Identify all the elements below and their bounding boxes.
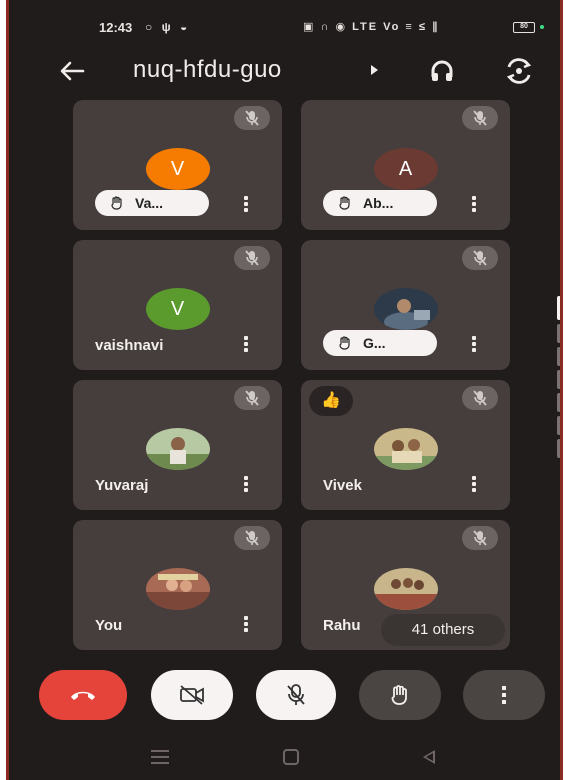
participant-options-button[interactable] bbox=[242, 334, 250, 356]
charging-dot-icon bbox=[540, 25, 544, 29]
call-controls bbox=[9, 670, 560, 726]
muted-badge bbox=[462, 106, 498, 130]
status-time: 12:43 bbox=[99, 20, 133, 35]
muted-badge bbox=[462, 246, 498, 270]
avatar-photo bbox=[145, 428, 210, 470]
switch-camera-button[interactable] bbox=[503, 56, 535, 86]
arrow-left-icon bbox=[60, 61, 85, 81]
camera-flip-icon bbox=[506, 58, 532, 84]
battery-icon: 80 bbox=[513, 22, 535, 33]
mic-off-icon bbox=[473, 110, 487, 126]
phone-hangup-icon bbox=[71, 691, 95, 700]
hand-icon bbox=[339, 336, 350, 350]
audio-output-button[interactable] bbox=[427, 56, 457, 86]
avatar: A bbox=[373, 148, 438, 190]
avatar-photo bbox=[373, 568, 438, 610]
participant-options-button[interactable] bbox=[242, 474, 250, 496]
system-navigation-bar bbox=[9, 740, 560, 780]
mic-off-icon bbox=[473, 390, 487, 406]
back-button[interactable] bbox=[57, 56, 87, 86]
system-status-icons: ▣ ∩ ◉ LTE Vo ≡ ≤ ∥ bbox=[303, 21, 440, 33]
end-call-button[interactable] bbox=[39, 670, 127, 720]
mic-off-icon bbox=[245, 250, 259, 266]
mic-off-icon bbox=[245, 110, 259, 126]
notification-icons: ○ ψ ◒ bbox=[145, 20, 191, 34]
avatar-photo bbox=[145, 568, 210, 610]
participant-options-button[interactable] bbox=[470, 474, 478, 496]
hand-icon bbox=[339, 196, 350, 210]
recent-apps-icon[interactable] bbox=[151, 750, 169, 764]
microphone-toggle-button[interactable] bbox=[256, 670, 336, 720]
video-off-icon bbox=[180, 685, 204, 705]
more-options-button[interactable] bbox=[463, 670, 545, 720]
home-icon[interactable] bbox=[283, 749, 299, 765]
grid-scrollbar[interactable] bbox=[557, 296, 560, 486]
avatar-photo bbox=[373, 288, 438, 330]
avatar: V bbox=[145, 148, 210, 190]
hand-icon bbox=[391, 685, 407, 705]
meeting-code-title[interactable]: nuq-hfdu-guo bbox=[133, 56, 282, 84]
back-triangle-icon[interactable] bbox=[423, 750, 435, 764]
thumbs-up-reaction-icon: 👍 bbox=[309, 386, 353, 416]
muted-badge bbox=[234, 246, 270, 270]
headphones-icon bbox=[431, 60, 453, 81]
phone-screen: 12:43 ○ ψ ◒ ▣ ∩ ◉ LTE Vo ≡ ≤ ∥ 80 nuq-hf… bbox=[6, 0, 563, 780]
participant-name: vaishnavi bbox=[95, 337, 164, 354]
participant-tile[interactable]: Yuvaraj bbox=[73, 380, 282, 510]
participant-name: Ab... bbox=[363, 195, 394, 211]
participant-name: Rahu bbox=[323, 617, 361, 634]
mic-off-icon bbox=[245, 390, 259, 406]
mic-off-icon bbox=[245, 530, 259, 546]
participant-name: Vivek bbox=[323, 477, 362, 494]
participant-tile[interactable]: 👍 Vivek bbox=[301, 380, 510, 510]
mic-off-icon bbox=[473, 530, 487, 546]
participant-tile[interactable]: A Ab... bbox=[301, 100, 510, 230]
raised-hand-pill: Va... bbox=[95, 190, 209, 216]
participant-tile[interactable]: V vaishnavi bbox=[73, 240, 282, 370]
muted-badge bbox=[234, 386, 270, 410]
muted-badge bbox=[234, 526, 270, 550]
participant-name: Va... bbox=[135, 195, 164, 211]
camera-toggle-button[interactable] bbox=[151, 670, 233, 720]
participant-name: G... bbox=[363, 335, 386, 351]
meeting-header: nuq-hfdu-guo bbox=[9, 52, 560, 92]
participant-options-button[interactable] bbox=[470, 194, 478, 216]
status-bar: 12:43 ○ ψ ◒ ▣ ∩ ◉ LTE Vo ≡ ≤ ∥ 80 bbox=[9, 18, 560, 40]
participant-tile-self[interactable]: You bbox=[73, 520, 282, 650]
participant-options-button[interactable] bbox=[470, 334, 478, 356]
participant-tile[interactable]: V Va... bbox=[73, 100, 282, 230]
participant-options-button[interactable] bbox=[242, 614, 250, 636]
participant-tile[interactable]: G... bbox=[301, 240, 510, 370]
raised-hand-pill: Ab... bbox=[323, 190, 437, 216]
participant-options-button[interactable] bbox=[242, 194, 250, 216]
others-count-button[interactable]: 41 others bbox=[381, 614, 505, 646]
muted-badge bbox=[462, 526, 498, 550]
hand-icon bbox=[111, 196, 122, 210]
more-vertical-icon bbox=[502, 686, 506, 704]
avatar-photo bbox=[373, 428, 438, 470]
caret-right-icon[interactable] bbox=[371, 65, 378, 75]
raised-hand-pill: G... bbox=[323, 330, 437, 356]
participant-name: Yuvaraj bbox=[95, 477, 149, 494]
muted-badge bbox=[462, 386, 498, 410]
muted-badge bbox=[234, 106, 270, 130]
mic-off-icon bbox=[473, 250, 487, 266]
avatar: V bbox=[145, 288, 210, 330]
mic-off-icon bbox=[287, 684, 305, 705]
participant-name: You bbox=[95, 617, 123, 634]
raise-hand-button[interactable] bbox=[359, 670, 441, 720]
